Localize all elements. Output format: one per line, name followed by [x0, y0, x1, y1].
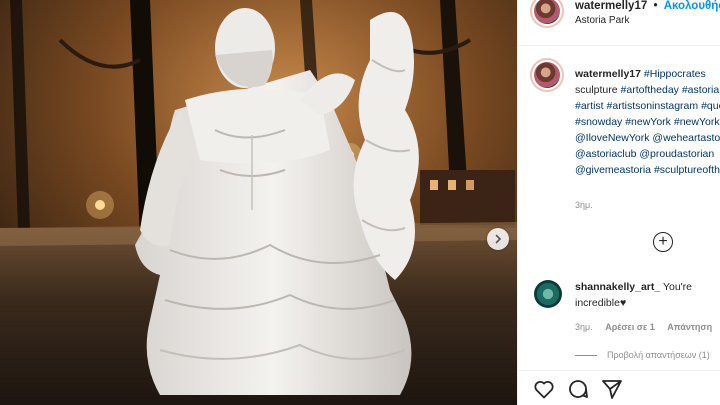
- commenter-avatar[interactable]: [534, 280, 562, 308]
- replies-divider: [575, 355, 597, 357]
- instagram-post-view: watermelly17 • Ακολουθήστε Astoria Park …: [0, 0, 720, 405]
- caption-hashtag-link[interactable]: @IloveNewYork: [575, 132, 649, 144]
- load-more-comments-button[interactable]: +: [653, 232, 673, 252]
- caption-hashtag-link[interactable]: @astoriaclub: [575, 148, 636, 160]
- caption-username[interactable]: watermelly17: [575, 68, 641, 80]
- plus-circle-icon: +: [658, 233, 668, 250]
- comment-icon[interactable]: [566, 377, 590, 401]
- caption-hashtag-link[interactable]: #astoria: [682, 84, 719, 96]
- post-side-panel: watermelly17 • Ακολουθήστε Astoria Park …: [517, 0, 720, 405]
- post-caption: watermelly17 #Hippocrates sculpture #art…: [575, 66, 720, 178]
- caption-hashtag-link[interactable]: #artoftheday: [621, 84, 679, 96]
- caption-hashtag-link[interactable]: #newYork: [625, 116, 671, 128]
- caption-hashtag-link[interactable]: #artist: [575, 100, 604, 112]
- caption-hashtag-link[interactable]: #Hippocrates: [644, 68, 706, 80]
- caption-hashtag-link[interactable]: #snowday: [575, 116, 622, 128]
- caption-avatar[interactable]: [530, 58, 564, 92]
- caption-text: #Hippocrates sculpture #artoftheday #ast…: [575, 68, 720, 176]
- caption-plain-text: sculpture: [575, 84, 621, 96]
- snow-sculpture-photo: [0, 0, 517, 405]
- comment-likes-count[interactable]: Αρέσει σε 1: [605, 322, 655, 332]
- author-username[interactable]: watermelly17: [575, 0, 647, 12]
- caption-hashtag-link[interactable]: @weheartastoria: [652, 132, 720, 144]
- caption-hashtag-link[interactable]: @givemeastoria: [575, 164, 651, 176]
- caption-hashtag-link[interactable]: @proudastorian: [639, 148, 714, 160]
- follow-button[interactable]: Ακολουθήστε: [664, 0, 720, 12]
- post-action-bar: [518, 370, 720, 405]
- author-avatar[interactable]: [530, 0, 564, 28]
- heart-icon[interactable]: [532, 377, 556, 401]
- caption-hashtag-link[interactable]: #sculptureoftheday: [654, 164, 720, 176]
- commenter-username[interactable]: shannakelly_art_: [575, 281, 660, 293]
- caption-timestamp[interactable]: 3ημ.: [575, 200, 593, 210]
- comment-timestamp[interactable]: 3ημ.: [575, 322, 593, 332]
- comment-meta: 3ημ. Αρέσει σε 1 Απάντηση: [575, 322, 720, 332]
- reply-button[interactable]: Απάντηση: [667, 322, 712, 332]
- location-link[interactable]: Astoria Park: [575, 15, 629, 26]
- next-photo-button[interactable]: [487, 228, 509, 250]
- separator-dot: •: [653, 0, 658, 12]
- view-replies-label: Προβολή απαντήσεων (1): [607, 350, 710, 360]
- comment-item: shannakelly_art_ You're incredible♥: [575, 279, 720, 311]
- chevron-right-icon: [495, 234, 502, 244]
- post-photo[interactable]: [0, 0, 517, 405]
- paper-plane-icon[interactable]: [600, 377, 624, 401]
- caption-hashtag-link[interactable]: #newYorkCity: [674, 116, 720, 128]
- caption-hashtag-link[interactable]: #artistsoninstagram: [607, 100, 699, 112]
- header-user-line: watermelly17 • Ακολουθήστε: [575, 0, 720, 12]
- post-header: watermelly17 • Ακολουθήστε Astoria Park: [518, 0, 720, 46]
- view-replies-button[interactable]: Προβολή απαντήσεων (1): [575, 350, 710, 360]
- caption-hashtag-link[interactable]: #queens: [701, 100, 720, 112]
